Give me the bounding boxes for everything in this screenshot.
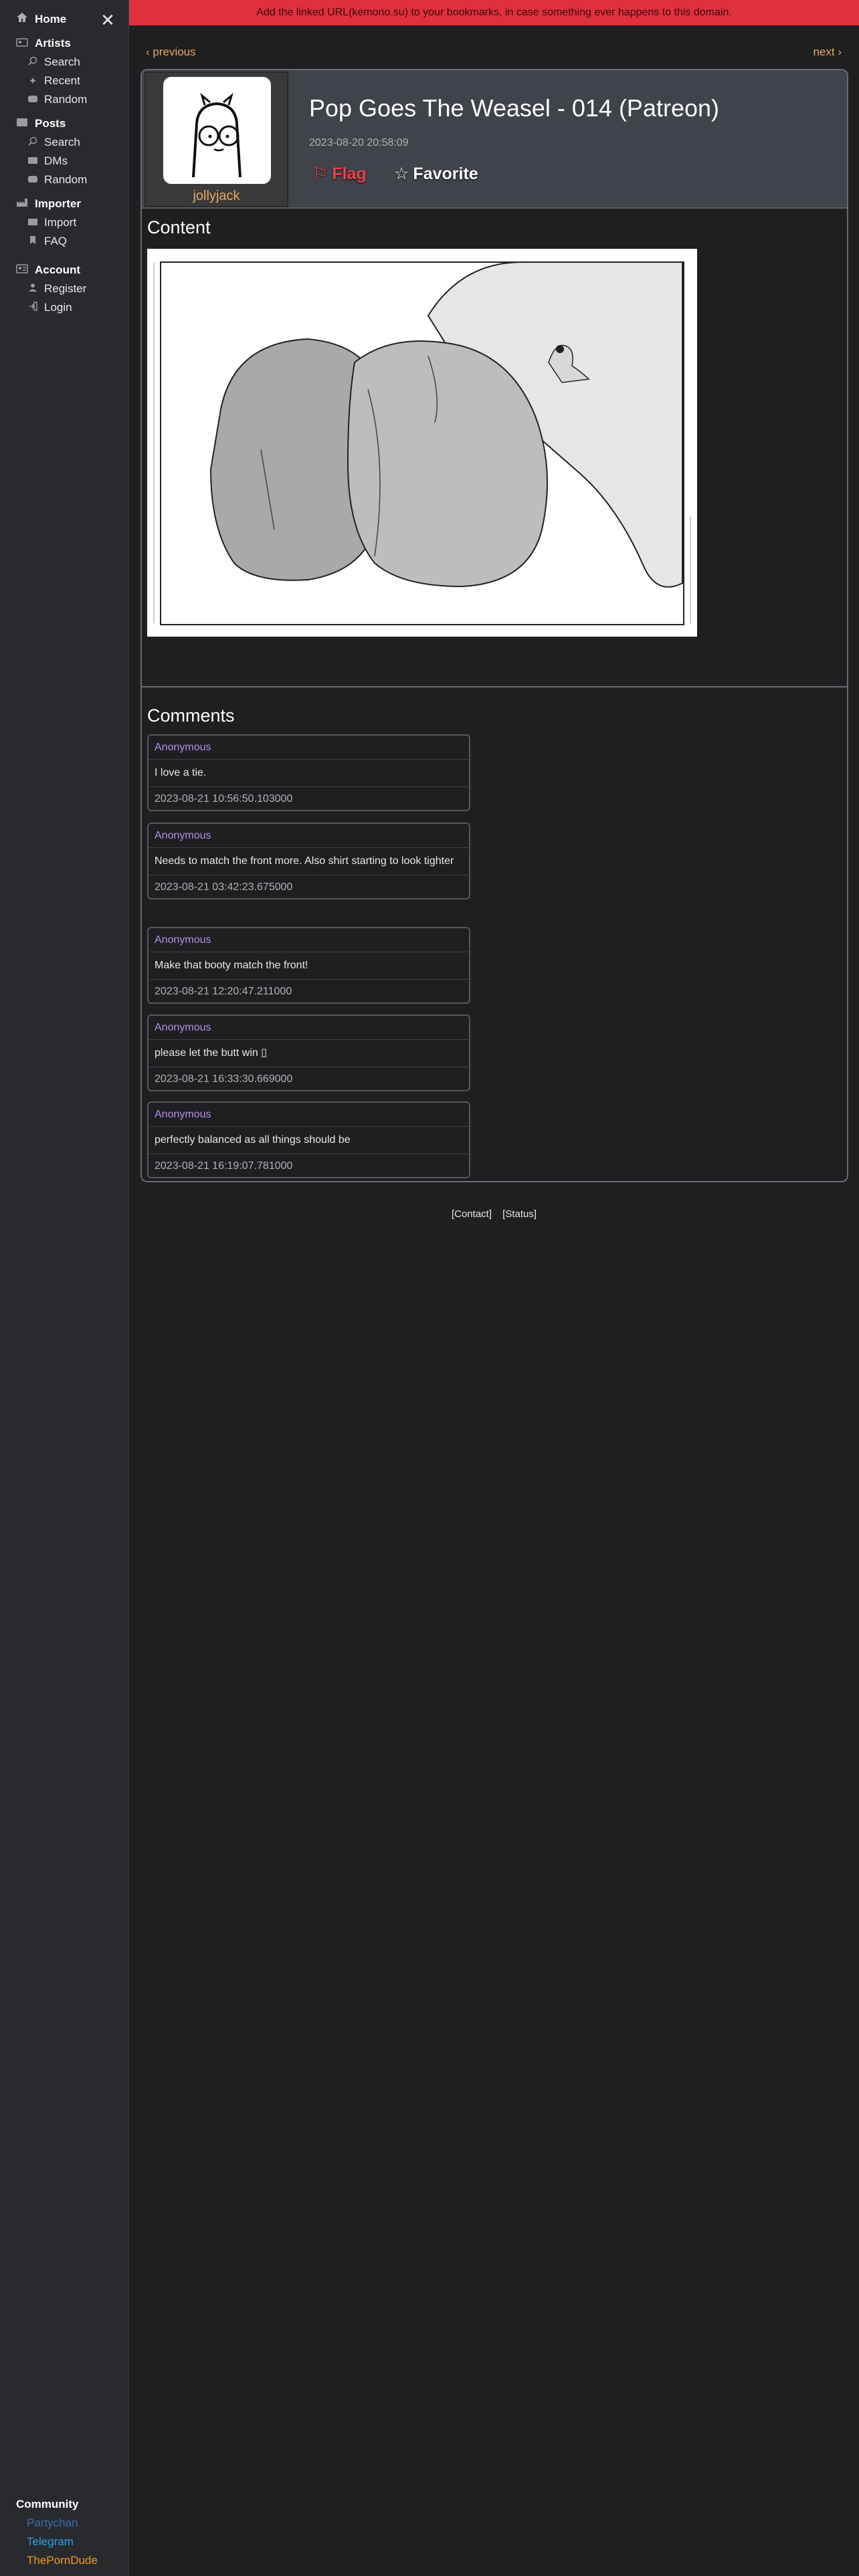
sidebar-item-label: DMs xyxy=(44,154,68,167)
comment-body: I love a tie. xyxy=(149,760,469,787)
register-icon xyxy=(27,283,39,295)
account-icon xyxy=(15,263,29,277)
close-sidebar-icon[interactable]: ✕ xyxy=(99,11,116,29)
dice-icon xyxy=(27,175,39,186)
flag-icon: ⚐ xyxy=(312,164,328,184)
sidebar-item-artists-random[interactable]: Random xyxy=(27,93,87,106)
post-card: jollyjack Pop Goes The Weasel - 014 (Pat… xyxy=(140,69,848,1182)
status-link[interactable]: [Status] xyxy=(502,1208,537,1220)
faq-icon xyxy=(27,235,39,247)
home-icon xyxy=(15,12,29,26)
domain-banner: Add the linked URL(kemono.su) to your bo… xyxy=(129,0,859,25)
artwork-illustration xyxy=(153,261,691,625)
user-panel[interactable]: jollyjack xyxy=(145,72,288,207)
comment-card: Anonymous please let the butt win ▯ 2023… xyxy=(147,1014,470,1091)
comment-date: 2023-08-21 16:33:30.669000 xyxy=(155,1073,293,1085)
mail-icon xyxy=(27,156,39,167)
sidebar-item-label: Login xyxy=(44,301,72,314)
next-post-link[interactable]: next › xyxy=(813,45,842,59)
comment-author[interactable]: Anonymous xyxy=(149,736,469,760)
comment-date: 2023-08-21 03:42:23.675000 xyxy=(155,881,293,893)
sidebar-item-label: FAQ xyxy=(44,235,68,247)
sidebar-item-posts-search[interactable]: Search xyxy=(27,136,80,149)
sidebar-item-register[interactable]: Register xyxy=(27,282,86,296)
previous-post-link[interactable]: ‹ previous xyxy=(146,45,196,59)
sidebar-item-label: Random xyxy=(44,93,88,106)
sidebar: Home ✕ Artists Search ✦ Recent Random Po… xyxy=(0,0,129,2576)
sidebar-section-importer: Importer xyxy=(15,197,81,211)
comment-card: Anonymous I love a tie. 2023-08-21 10:56… xyxy=(147,734,470,811)
sidebar-section-posts: Posts xyxy=(15,117,66,130)
comments-heading: Comments xyxy=(147,706,235,726)
sidebar-item-login[interactable]: Login xyxy=(27,301,72,314)
comment-date: 2023-08-21 16:19:07.781000 xyxy=(155,1160,293,1172)
sidebar-section-label: Artists xyxy=(35,37,71,49)
section-divider xyxy=(142,686,847,687)
sidebar-home[interactable]: Home xyxy=(15,12,66,26)
favorite-label: Favorite xyxy=(413,164,478,183)
artist-username[interactable]: jollyjack xyxy=(146,189,287,204)
avatar[interactable] xyxy=(163,77,271,184)
sidebar-item-artists-search[interactable]: Search xyxy=(27,56,80,69)
sidebar-section-label: Posts xyxy=(35,117,66,130)
sidebar-section-account: Account xyxy=(15,263,80,277)
login-icon xyxy=(27,302,39,314)
sidebar-item-label: Search xyxy=(44,56,80,68)
comment-body: please let the butt win ▯ xyxy=(149,1040,469,1067)
sidebar-item-import[interactable]: Import xyxy=(27,216,76,229)
comment-card: Anonymous perfectly balanced as all thin… xyxy=(147,1101,470,1178)
posts-icon xyxy=(15,118,29,130)
community-link-partychan[interactable]: Partychan xyxy=(27,2516,78,2530)
comment-body: Needs to match the front more. Also shir… xyxy=(149,848,469,875)
sidebar-item-label: Import xyxy=(44,216,77,229)
sidebar-item-posts-dms[interactable]: DMs xyxy=(27,154,68,168)
sidebar-item-label: Search xyxy=(44,136,80,148)
favorite-button[interactable]: ☆ Favorite xyxy=(394,164,478,184)
flag-label: Flag xyxy=(332,165,367,183)
footer: [Contact] [Status] xyxy=(129,1208,859,1220)
post-title: Pop Goes The Weasel - 014 (Patreon) xyxy=(309,94,720,122)
comment-card: Anonymous Make that booty match the fron… xyxy=(147,927,470,1004)
sidebar-item-faq[interactable]: FAQ xyxy=(27,235,67,248)
comment-body: Make that booty match the front! xyxy=(149,952,469,980)
comment-author[interactable]: Anonymous xyxy=(149,824,469,848)
search-icon xyxy=(27,136,39,148)
sidebar-item-artists-recent[interactable]: ✦ Recent xyxy=(27,74,80,88)
post-image[interactable] xyxy=(147,249,697,637)
comment-author[interactable]: Anonymous xyxy=(149,1016,469,1040)
sidebar-section-label: Importer xyxy=(35,197,81,210)
community-heading: Community xyxy=(16,2498,79,2510)
comment-author[interactable]: Anonymous xyxy=(149,928,469,952)
avatar-icon xyxy=(192,92,242,178)
comment-date: 2023-08-21 12:20:47.211000 xyxy=(155,986,292,997)
comment-card: Anonymous Needs to match the front more.… xyxy=(147,823,470,899)
community-link-theporndude[interactable]: ThePornDude xyxy=(27,2554,98,2567)
dice-icon xyxy=(27,94,39,106)
contact-link[interactable]: [Contact] xyxy=(452,1208,492,1220)
post-date: 2023-08-20 20:58:09 xyxy=(309,137,409,148)
sidebar-home-label: Home xyxy=(35,12,67,25)
flag-button[interactable]: ⚐ Flag xyxy=(312,164,367,185)
upload-icon xyxy=(27,217,39,229)
search-icon xyxy=(27,56,39,68)
content-heading: Content xyxy=(147,217,211,237)
sidebar-item-posts-random[interactable]: Random xyxy=(27,173,87,187)
sparkle-icon: ✦ xyxy=(28,76,37,87)
sidebar-item-label: Random xyxy=(44,173,88,186)
sidebar-item-label: Recent xyxy=(44,74,80,87)
sidebar-section-artists: Artists xyxy=(15,37,71,50)
importer-icon xyxy=(15,198,29,211)
star-icon: ☆ xyxy=(394,165,409,183)
sidebar-item-label: Register xyxy=(44,282,87,295)
artists-icon xyxy=(15,37,29,50)
community-link-telegram[interactable]: Telegram xyxy=(27,2535,74,2549)
comment-author[interactable]: Anonymous xyxy=(149,1103,469,1127)
comment-body: perfectly balanced as all things should … xyxy=(149,1127,469,1154)
post-header: jollyjack Pop Goes The Weasel - 014 (Pat… xyxy=(142,70,847,209)
comment-date: 2023-08-21 10:56:50.103000 xyxy=(155,793,293,804)
sidebar-section-label: Account xyxy=(35,263,80,276)
